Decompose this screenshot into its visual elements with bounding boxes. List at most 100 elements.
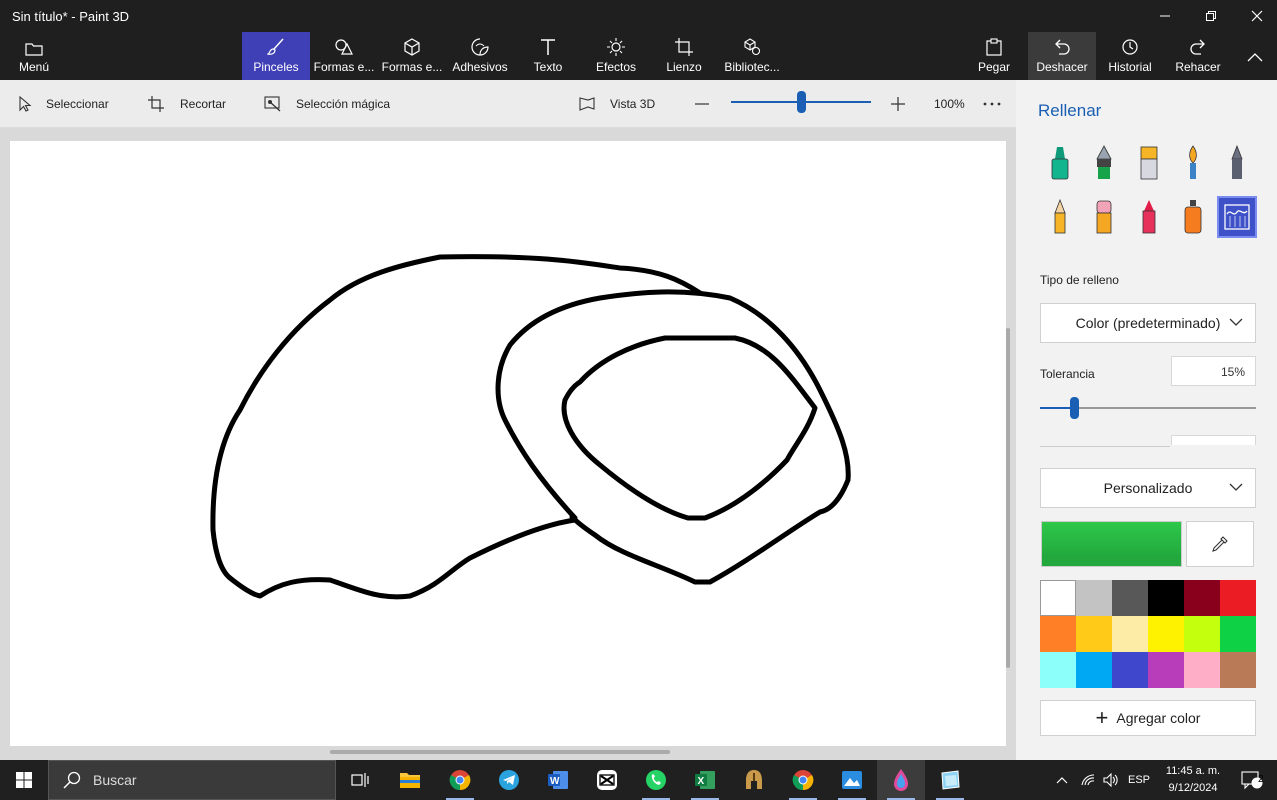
photos-app[interactable] <box>828 760 876 800</box>
divider <box>1040 446 1170 447</box>
chrome-app-2[interactable] <box>779 760 827 800</box>
spray-can-brush[interactable] <box>1173 196 1213 238</box>
color-swatch[interactable] <box>1076 580 1112 616</box>
chrome-app[interactable] <box>436 760 484 800</box>
menu-button[interactable]: Menú <box>0 32 68 80</box>
drawing-canvas[interactable] <box>10 141 1006 746</box>
secondary-toolbar: Seleccionar Recortar Selección mágica Vi… <box>0 80 1016 128</box>
color-swatch[interactable] <box>1184 580 1220 616</box>
telegram-app[interactable] <box>485 760 533 800</box>
start-button[interactable] <box>0 760 48 800</box>
color-swatch[interactable] <box>1184 652 1220 688</box>
volume-button[interactable] <box>1100 760 1122 800</box>
vertical-scrollbar[interactable] <box>1006 328 1010 668</box>
collapse-ribbon-button[interactable] <box>1232 38 1277 76</box>
color-swatch[interactable] <box>1220 580 1256 616</box>
crayon-icon <box>1142 200 1156 234</box>
color-swatch[interactable] <box>1040 652 1076 688</box>
watercolor-brush[interactable] <box>1173 142 1213 184</box>
restore-button[interactable] <box>1188 0 1234 32</box>
zoom-in-button[interactable] <box>890 80 920 128</box>
color-swatch[interactable] <box>1112 652 1148 688</box>
excel-app[interactable]: X <box>681 760 729 800</box>
brush-icon <box>267 38 284 55</box>
color-swatch[interactable] <box>1220 616 1256 652</box>
select-tool[interactable]: Seleccionar <box>18 80 109 128</box>
crayon-brush[interactable] <box>1129 196 1169 238</box>
horizontal-scrollbar[interactable] <box>330 750 670 754</box>
color-swatch[interactable] <box>1040 580 1076 616</box>
marker-icon <box>1051 147 1069 180</box>
marker-brush[interactable] <box>1040 142 1080 184</box>
color-swatch[interactable] <box>1148 652 1184 688</box>
view-3d-toggle[interactable]: Vista 3D <box>578 80 655 128</box>
add-color-button[interactable]: + Agregar color <box>1040 700 1256 736</box>
input-language[interactable]: ESP <box>1124 760 1154 800</box>
file-explorer-app[interactable] <box>386 760 434 800</box>
color-swatch[interactable] <box>1148 580 1184 616</box>
tab-text[interactable]: Texto <box>514 32 582 80</box>
zoom-slider[interactable] <box>731 80 871 128</box>
tab-3d-shapes[interactable]: Formas e... <box>378 32 446 80</box>
redo-button[interactable]: Rehacer <box>1164 32 1232 80</box>
game-app[interactable] <box>730 760 778 800</box>
redo-label: Rehacer <box>1175 60 1221 74</box>
zoom-out-button[interactable] <box>694 80 724 128</box>
view-3d-label: Vista 3D <box>610 97 656 111</box>
current-color-swatch[interactable] <box>1041 521 1182 567</box>
notifications-button[interactable]: 2 <box>1232 760 1272 800</box>
calligraphy-pen-brush[interactable] <box>1084 142 1124 184</box>
undo-button[interactable]: Deshacer <box>1028 32 1096 80</box>
more-options-button[interactable] <box>983 80 1015 128</box>
whatsapp-app[interactable] <box>632 760 680 800</box>
history-button[interactable]: Historial <box>1096 32 1164 80</box>
fill-bucket-brush[interactable] <box>1217 196 1257 238</box>
network-button[interactable] <box>1076 760 1100 800</box>
tolerance-slider-thumb[interactable] <box>1070 397 1080 419</box>
color-swatch[interactable] <box>1148 616 1184 652</box>
color-swatch[interactable] <box>1040 616 1076 652</box>
tab-library[interactable]: Bibliotec... <box>718 32 786 80</box>
tab-canvas[interactable]: Lienzo <box>650 32 718 80</box>
zoom-slider-thumb[interactable] <box>797 91 806 113</box>
sun-icon <box>607 38 625 56</box>
word-app[interactable]: W <box>534 760 582 800</box>
fill-type-dropdown[interactable]: Color (predeterminado) <box>1040 303 1256 343</box>
tolerance-input[interactable]: 15% <box>1171 356 1256 386</box>
plus-icon: + <box>1095 705 1109 730</box>
cube-icon <box>404 38 420 56</box>
workspace <box>0 128 1016 760</box>
color-swatch[interactable] <box>1076 616 1112 652</box>
history-icon <box>1122 39 1138 55</box>
snipping-app[interactable] <box>926 760 974 800</box>
color-swatch[interactable] <box>1076 652 1112 688</box>
pixel-pen-brush[interactable] <box>1217 142 1257 184</box>
paste-button[interactable]: Pegar <box>960 32 1028 80</box>
color-mode-dropdown[interactable]: Personalizado <box>1040 468 1256 508</box>
tab-stickers[interactable]: Adhesivos <box>446 32 514 80</box>
color-swatch[interactable] <box>1112 616 1148 652</box>
zoom-level[interactable]: 100% <box>934 80 965 128</box>
eyedropper-button[interactable] <box>1186 521 1254 567</box>
magic-select-tool[interactable]: Selección mágica <box>264 80 390 128</box>
oil-brush[interactable] <box>1129 142 1169 184</box>
crop-tool[interactable]: Recortar <box>148 80 226 128</box>
capcut-app[interactable] <box>583 760 631 800</box>
partial-input[interactable] <box>1171 435 1256 445</box>
tab-brushes[interactable]: Pinceles <box>242 32 310 80</box>
taskbar-search[interactable]: Buscar <box>48 760 336 800</box>
pencil-brush[interactable] <box>1040 196 1080 238</box>
color-swatch[interactable] <box>1184 616 1220 652</box>
show-hidden-icons-button[interactable] <box>1050 760 1074 800</box>
eraser-brush[interactable] <box>1084 196 1124 238</box>
task-view-button[interactable] <box>336 760 384 800</box>
close-button[interactable] <box>1234 0 1277 32</box>
minimize-button[interactable] <box>1142 0 1188 32</box>
color-swatch[interactable] <box>1112 580 1148 616</box>
color-swatch[interactable] <box>1220 652 1256 688</box>
clock[interactable]: 11:45 a. m. 9/12/2024 <box>1158 763 1228 797</box>
snip-icon <box>941 770 960 790</box>
tab-effects[interactable]: Efectos <box>582 32 650 80</box>
tab-2d-shapes[interactable]: Formas e... <box>310 32 378 80</box>
paint-3d-app[interactable] <box>877 760 925 800</box>
